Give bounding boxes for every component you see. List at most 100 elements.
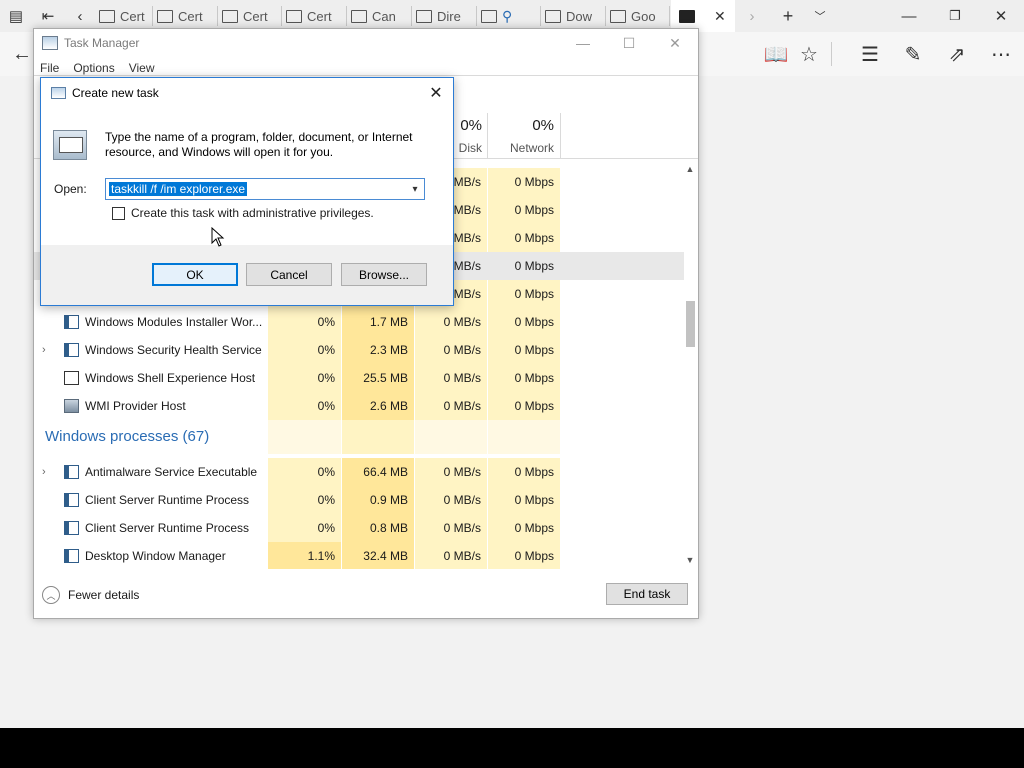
cpu-cell: 0% — [268, 392, 341, 420]
browser-tab-label: Goo — [631, 8, 656, 24]
tm-minimize-icon[interactable]: — — [560, 29, 606, 57]
restore-icon[interactable]: ❐ — [932, 0, 978, 32]
page-icon — [679, 9, 695, 23]
end-task-button[interactable]: End task — [606, 583, 688, 605]
browser-tab[interactable]: Cert — [95, 6, 153, 26]
tab-preview-chevron-icon[interactable]: ﹀ — [808, 0, 832, 32]
chevron-down-icon[interactable]: ▾ — [408, 179, 422, 199]
network-cell: 0 Mbps — [488, 514, 560, 542]
open-input-value[interactable]: taskkill /f /im explorer.exe — [109, 182, 248, 196]
table-row[interactable]: › Antimalware Service Executable 0% 66.4… — [34, 458, 684, 486]
network-cell — [488, 420, 560, 454]
dialog-title: Create new task — [72, 86, 159, 100]
process-icon — [64, 521, 79, 535]
network-cell: 0 Mbps — [488, 486, 560, 514]
table-row[interactable]: WMI Provider Host 0% 2.6 MB 0 MB/s 0 Mbp… — [34, 392, 684, 420]
disk-cell: 0 MB/s — [415, 336, 487, 364]
browser-tab[interactable]: Dire — [412, 6, 477, 26]
run-app-icon — [51, 87, 66, 99]
memory-cell: 0.9 MB — [342, 486, 414, 514]
admin-privileges-label[interactable]: Create this task with administrative pri… — [131, 206, 374, 220]
network-cell: 0 Mbps — [488, 458, 560, 486]
tab-list-icon[interactable]: ▤ — [4, 0, 28, 32]
network-cell: 0 Mbps — [488, 308, 560, 336]
close-window-icon[interactable]: ✕ — [978, 0, 1024, 32]
table-row[interactable]: Desktop Window Manager 1.1% 32.4 MB 0 MB… — [34, 542, 684, 569]
process-name: Windows Security Health Service — [85, 343, 262, 357]
page-icon — [157, 9, 173, 23]
network-cell: 0 Mbps — [488, 336, 560, 364]
network-cell: 0 Mbps — [488, 542, 560, 569]
page-icon — [610, 9, 626, 23]
web-note-pen-icon[interactable]: ✎ — [893, 32, 933, 76]
table-row[interactable]: › Windows Security Health Service 0% 2.3… — [34, 336, 684, 364]
menu-options[interactable]: Options — [73, 61, 114, 75]
expand-chevron-icon[interactable]: › — [42, 458, 52, 486]
network-column-percent[interactable]: 0% — [488, 117, 554, 134]
fewer-details-link[interactable]: ︿ Fewer details — [42, 585, 139, 605]
page-icon — [222, 9, 238, 23]
memory-cell: 32.4 MB — [342, 542, 414, 569]
scrollbar-thumb[interactable] — [686, 301, 695, 347]
process-name: WMI Provider Host — [85, 399, 186, 413]
minimize-icon[interactable]: — — [886, 0, 932, 32]
browser-tab[interactable]: Cert — [218, 6, 282, 26]
table-row[interactable]: Client Server Runtime Process 0% 0.9 MB … — [34, 486, 684, 514]
table-row[interactable]: Client Server Runtime Process 0% 0.8 MB … — [34, 514, 684, 542]
cancel-button[interactable]: Cancel — [246, 263, 332, 286]
dialog-close-icon[interactable]: ✕ — [419, 78, 453, 108]
table-row[interactable]: Windows Modules Installer Wor... 0% 1.7 … — [34, 308, 684, 336]
hub-icon[interactable]: ☰ — [850, 32, 890, 76]
taskbar-area — [0, 728, 1024, 768]
create-new-task-dialog: Create new task ✕ Type the name of a pro… — [40, 77, 454, 306]
menu-view[interactable]: View — [129, 61, 155, 75]
memory-cell: 2.3 MB — [342, 336, 414, 364]
menu-file[interactable]: File — [40, 61, 59, 75]
browser-tab-label: Cert — [120, 8, 145, 24]
tm-maximize-icon[interactable]: ☐ — [606, 29, 652, 57]
network-cell: 0 Mbps — [488, 196, 560, 224]
cpu-cell — [268, 420, 341, 454]
memory-cell — [342, 420, 414, 454]
vertical-scrollbar[interactable]: ▲ ▼ — [682, 160, 698, 569]
tm-close-icon[interactable]: ✕ — [652, 29, 698, 57]
network-column-name[interactable]: Network — [488, 141, 554, 155]
browser-tab[interactable]: Cert — [282, 6, 347, 26]
process-icon — [64, 399, 79, 413]
browser-tab[interactable]: ⚲ — [477, 6, 541, 26]
memory-cell: 2.6 MB — [342, 392, 414, 420]
dialog-titlebar[interactable]: Create new task — [41, 78, 453, 108]
search-icon: ⚲ — [502, 7, 513, 24]
new-tab-icon[interactable]: + — [776, 0, 800, 32]
table-row[interactable]: Windows Shell Experience Host 0% 25.5 MB… — [34, 364, 684, 392]
browser-tab[interactable]: Dow — [541, 6, 606, 26]
more-options-icon[interactable]: ⋯ — [981, 32, 1021, 76]
scroll-down-arrow-icon[interactable]: ▼ — [682, 553, 698, 567]
browser-tab[interactable]: Cert — [153, 6, 218, 26]
nav-divider — [831, 42, 832, 66]
cpu-cell: 0% — [268, 458, 341, 486]
admin-privileges-checkbox[interactable]: Create this task with administrative pri… — [112, 206, 374, 220]
close-tab-icon[interactable]: ✕ — [714, 8, 726, 25]
cpu-cell: 0% — [268, 486, 341, 514]
expand-chevron-icon[interactable]: › — [42, 336, 52, 364]
browser-tab-label: Cert — [178, 8, 203, 24]
disk-cell: 0 MB/s — [415, 364, 487, 392]
browse-button[interactable]: Browse... — [341, 263, 427, 286]
browser-tab[interactable]: Can — [347, 6, 412, 26]
disk-cell — [415, 420, 487, 454]
scroll-up-arrow-icon[interactable]: ▲ — [682, 162, 698, 176]
favorite-star-icon[interactable]: ☆ — [789, 32, 829, 76]
process-name: Windows Shell Experience Host — [85, 371, 256, 385]
cpu-cell: 0% — [268, 514, 341, 542]
network-cell: 0 Mbps — [488, 392, 560, 420]
checkbox-box[interactable] — [112, 206, 125, 220]
browser-tab-label: Can — [372, 8, 396, 24]
ok-button[interactable]: OK — [152, 263, 238, 286]
scroll-tabs-right-icon[interactable]: › — [740, 0, 764, 32]
open-combobox[interactable]: taskkill /f /im explorer.exe ▾ — [105, 178, 425, 200]
share-icon[interactable]: ⇗ — [937, 32, 977, 76]
browser-tab[interactable]: Goo — [606, 6, 670, 26]
cpu-cell: 0% — [268, 336, 341, 364]
browser-tab-label: Dow — [566, 8, 593, 24]
